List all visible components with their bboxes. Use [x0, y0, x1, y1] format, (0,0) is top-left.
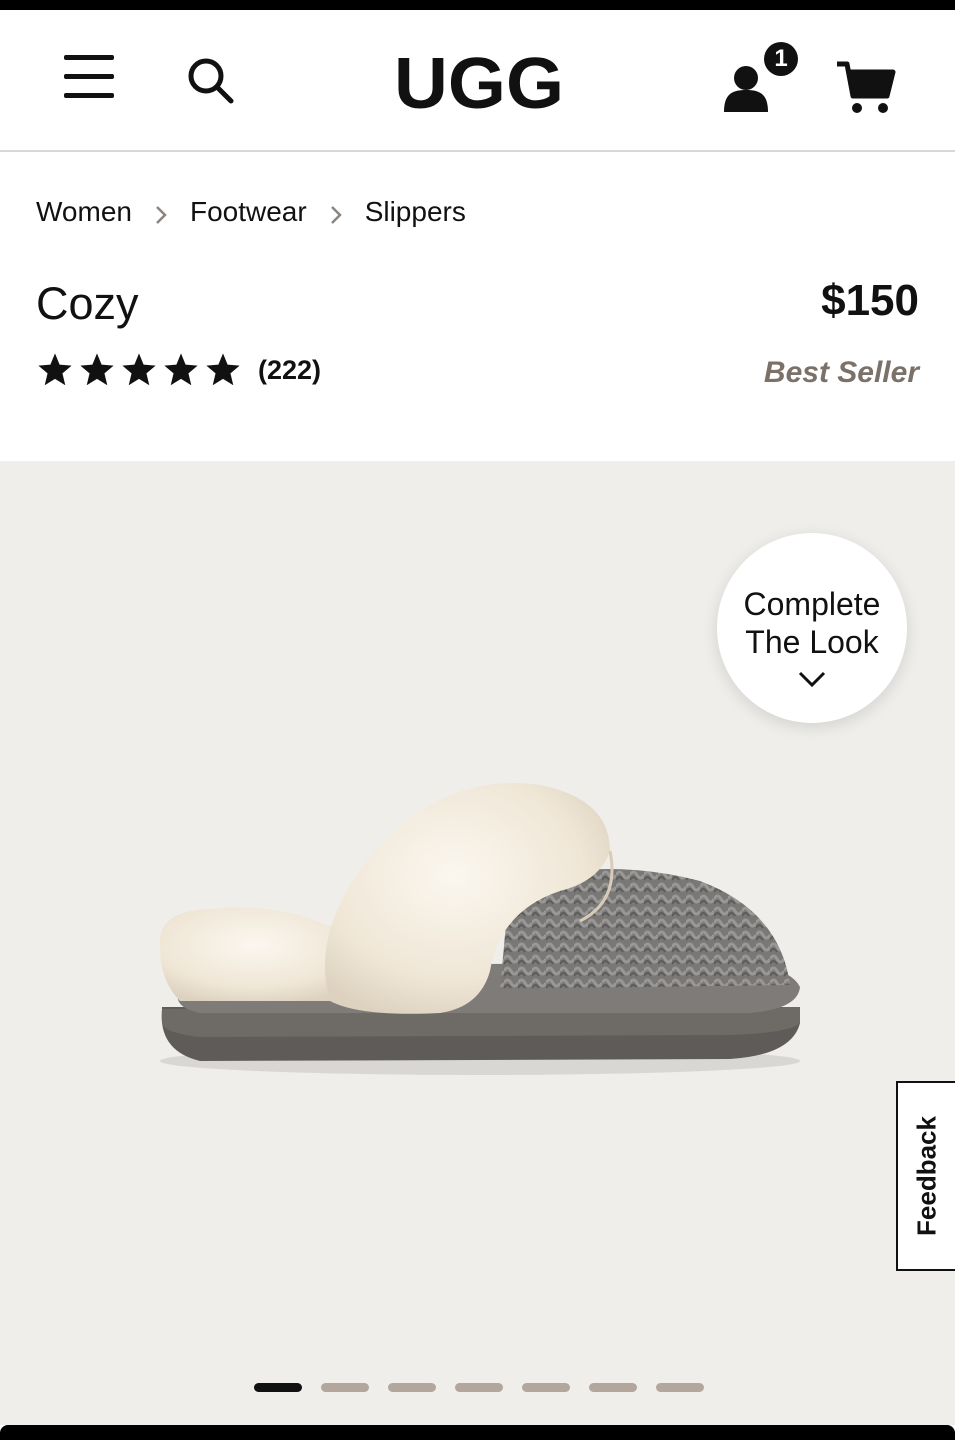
complete-the-look-button[interactable]: Complete The Look [717, 533, 907, 723]
breadcrumb-slippers[interactable]: Slippers [365, 196, 466, 228]
bottom-border [0, 1425, 955, 1440]
account-icon[interactable]: 1 [722, 40, 802, 114]
breadcrumb-footwear[interactable]: Footwear [190, 196, 307, 228]
search-icon[interactable] [185, 55, 237, 107]
star-icon [122, 353, 156, 386]
gallery-dot[interactable] [388, 1383, 436, 1392]
top-border [0, 0, 955, 10]
best-seller-badge: Best Seller [763, 356, 919, 389]
review-count[interactable]: (222) [258, 355, 321, 386]
feedback-label: Feedback [911, 1116, 941, 1236]
product-image-slipper[interactable] [140, 761, 820, 1101]
gallery-dot[interactable] [656, 1383, 704, 1392]
star-rating [36, 351, 242, 389]
complete-the-look-label-line1: Complete [743, 586, 881, 622]
chevron-down-icon [798, 671, 826, 688]
hamburger-menu-icon[interactable] [62, 55, 116, 99]
star-icon [206, 353, 240, 386]
gallery-dot[interactable] [254, 1383, 302, 1392]
gallery-dot[interactable] [321, 1383, 369, 1392]
gallery-dot[interactable] [589, 1383, 637, 1392]
ugg-logo[interactable]: UGG [394, 40, 566, 128]
product-title: Cozy [36, 278, 139, 329]
account-badge: 1 [764, 42, 798, 76]
gallery-dot[interactable] [455, 1383, 503, 1392]
star-icon [164, 353, 198, 386]
chevron-right-icon [327, 201, 345, 224]
star-icon [80, 353, 114, 386]
feedback-tab[interactable]: Feedback [896, 1081, 955, 1271]
star-icon [38, 353, 72, 386]
product-rating[interactable]: (222) [36, 350, 321, 390]
breadcrumb-women[interactable]: Women [36, 196, 132, 228]
complete-the-look-label-line2: The Look [745, 624, 879, 660]
gallery-dot[interactable] [522, 1383, 570, 1392]
cart-icon[interactable] [835, 60, 897, 116]
svg-text:UGG: UGG [394, 44, 564, 124]
product-image-gallery[interactable]: Complete The Look Feedback [0, 461, 955, 1425]
gallery-pagination [254, 1383, 704, 1392]
breadcrumb: Women Footwear Slippers [36, 190, 466, 234]
chevron-right-icon [152, 201, 170, 224]
site-header: UGG 1 [0, 10, 955, 152]
product-price: $150 [821, 276, 919, 325]
